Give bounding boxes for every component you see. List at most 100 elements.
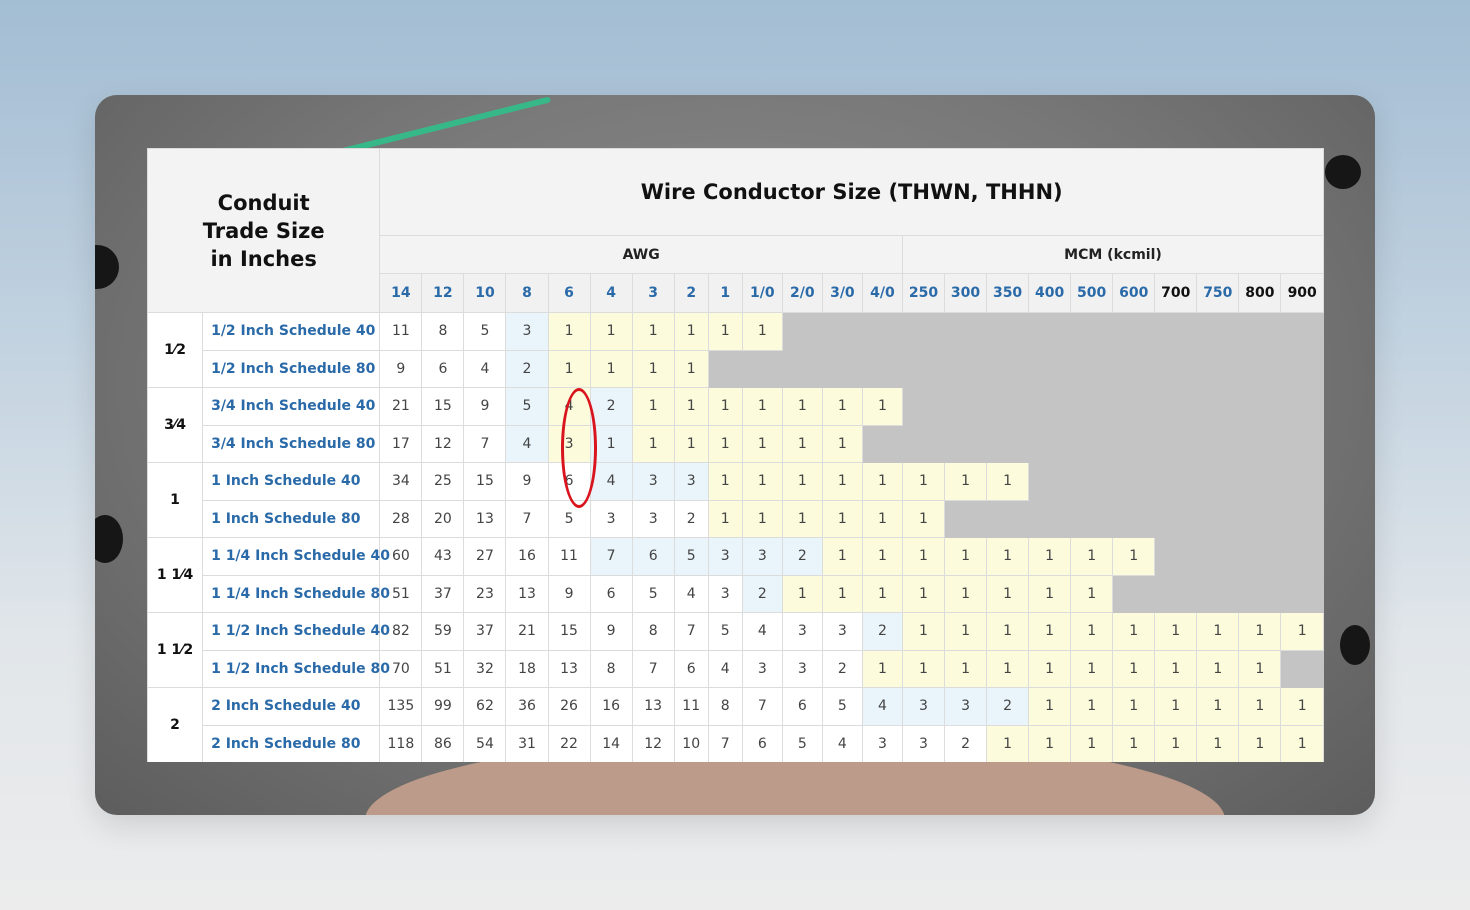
value-cell: 2 [781, 537, 823, 576]
value-cell: 1 [589, 349, 633, 388]
trade-size-cell: 1⁄2 [147, 312, 204, 388]
value-cell: 2 [986, 687, 1030, 726]
value-cell: 20 [421, 499, 465, 538]
value-cell: 2 [505, 349, 549, 388]
value-cell: 1 [707, 462, 743, 501]
column-header: 300 [943, 273, 988, 313]
value-cell: 6 [781, 687, 823, 726]
value-cell: 11 [673, 687, 709, 726]
column-header: 400 [1028, 273, 1072, 313]
value-cell: 99 [421, 687, 465, 726]
empty-cell [943, 349, 988, 388]
table-row: 1 Inch Schedule 80 28 20 13 7 5 3 3 2 1 1 1 1 1 1 [148, 499, 1324, 538]
empty-cell [1238, 462, 1282, 501]
empty-cell [1154, 387, 1198, 426]
value-cell: 1 [1154, 612, 1198, 651]
empty-cell [1028, 387, 1072, 426]
empty-cell [1028, 424, 1072, 463]
column-header: 3 [631, 273, 675, 313]
value-cell: 1 [821, 499, 863, 538]
value-cell: 1 [673, 312, 709, 351]
empty-cell [1196, 499, 1240, 538]
trade-size-cell: 1 1⁄4 [147, 537, 204, 613]
column-header: 600 [1112, 273, 1156, 313]
value-cell: 1 [631, 387, 675, 426]
table-row: 1/2 Inch Schedule 80 9 6 4 2 1 1 1 1 [148, 349, 1324, 388]
value-cell: 135 [379, 687, 423, 726]
value-cell: 9 [463, 387, 507, 426]
value-cell: 3 [707, 574, 743, 613]
value-cell: 3 [741, 537, 783, 576]
value-cell: 1 [1196, 612, 1240, 651]
value-cell: 1 [943, 612, 988, 651]
value-cell: 1 [821, 537, 863, 576]
empty-cell [1280, 462, 1324, 501]
empty-cell [1112, 499, 1156, 538]
corner-line: in Inches [210, 246, 317, 271]
value-cell: 2 [943, 724, 988, 762]
value-cell: 12 [421, 424, 465, 463]
value-cell: 1 [1028, 574, 1072, 613]
value-cell: 1 [781, 387, 823, 426]
value-cell: 1 [1196, 724, 1240, 762]
empty-cell [1238, 574, 1282, 613]
value-cell: 4 [589, 462, 633, 501]
column-header: 4 [589, 273, 633, 313]
trade-size-cell: 2 [147, 687, 204, 762]
empty-cell [1238, 424, 1282, 463]
value-cell: 6 [589, 574, 633, 613]
value-cell: 3 [505, 312, 549, 351]
value-cell: 1 [741, 424, 783, 463]
value-cell: 5 [821, 687, 863, 726]
empty-cell [1196, 387, 1240, 426]
value-cell: 1 [1028, 612, 1072, 651]
value-cell: 1 [631, 424, 675, 463]
value-cell: 1 [1028, 537, 1072, 576]
value-cell: 16 [589, 687, 633, 726]
empty-cell [1028, 462, 1072, 501]
value-cell: 4 [505, 424, 549, 463]
table-title: Wire Conductor Size (THWN, THHN) [379, 148, 1324, 236]
conduit-type-label: 2 Inch Schedule 40 [202, 687, 381, 726]
column-header: 1 [707, 273, 743, 313]
value-cell: 1 [1070, 537, 1114, 576]
empty-cell [1028, 349, 1072, 388]
value-cell: 7 [741, 687, 783, 726]
value-cell: 16 [505, 537, 549, 576]
empty-cell [943, 424, 988, 463]
empty-cell [1112, 312, 1156, 351]
value-cell: 2 [673, 499, 709, 538]
value-cell: 18 [505, 649, 549, 688]
column-header: 12 [421, 273, 465, 313]
trade-size-cell: 3⁄4 [147, 387, 204, 463]
empty-cell [943, 499, 988, 538]
value-cell: 1 [1070, 687, 1114, 726]
value-cell: 1 [861, 462, 903, 501]
value-cell: 17 [379, 424, 423, 463]
empty-cell [1196, 574, 1240, 613]
column-header: 900 [1280, 273, 1324, 313]
value-cell: 13 [463, 499, 507, 538]
empty-cell [1238, 312, 1282, 351]
empty-cell [1154, 424, 1198, 463]
empty-cell [1196, 537, 1240, 576]
value-cell: 1 [547, 312, 591, 351]
empty-cell [901, 424, 946, 463]
value-cell: 1 [861, 574, 903, 613]
empty-cell [1196, 424, 1240, 463]
value-cell: 21 [505, 612, 549, 651]
conduit-type-label: 1 Inch Schedule 80 [202, 499, 381, 538]
value-cell: 1 [781, 499, 823, 538]
value-cell: 1 [1112, 612, 1156, 651]
value-cell: 4 [821, 724, 863, 762]
empty-cell [1280, 574, 1324, 613]
value-cell: 37 [463, 612, 507, 651]
value-cell: 3 [901, 687, 946, 726]
panel-hole [95, 515, 123, 563]
value-cell: 1 [901, 499, 946, 538]
panel-hole [1325, 155, 1361, 189]
column-header: 6 [547, 273, 591, 313]
value-cell: 1 [781, 574, 823, 613]
value-cell: 13 [505, 574, 549, 613]
table-row: 22 Inch Schedule 40 135 99 62 36 26 16 13 11 8 7 6 5… [147, 687, 1324, 762]
